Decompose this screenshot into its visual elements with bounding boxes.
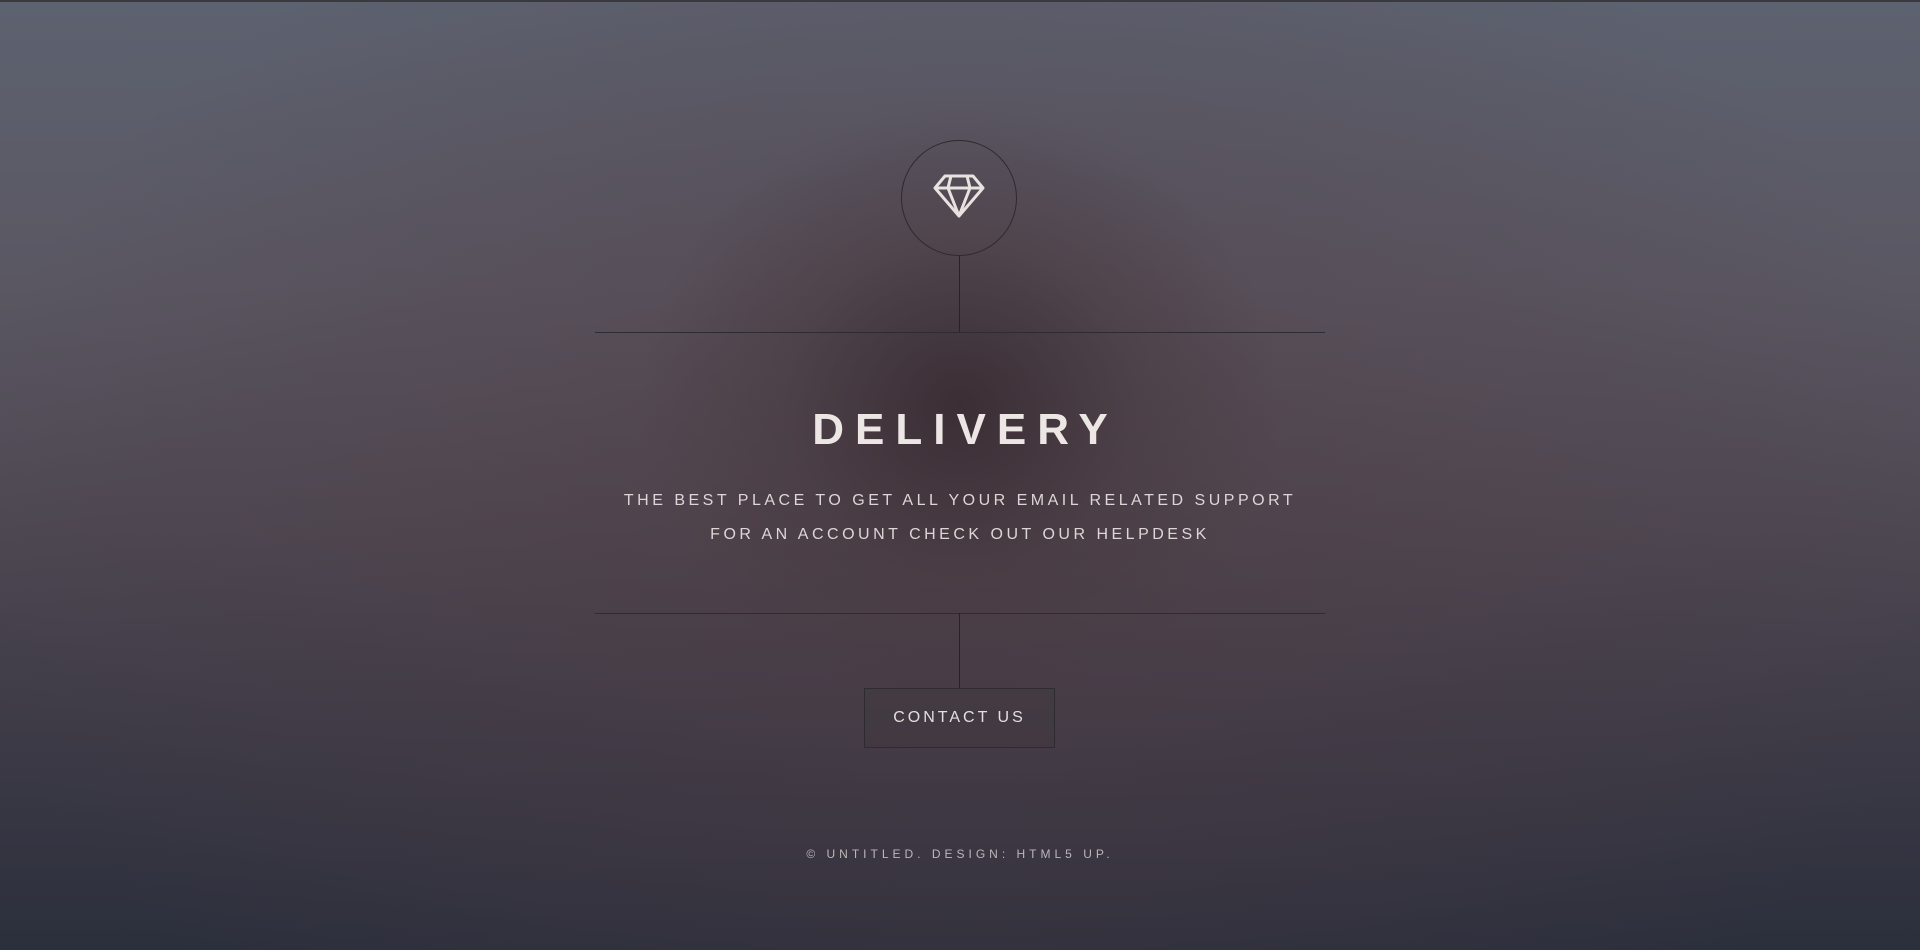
connector-line-top: [959, 256, 960, 332]
page: DELIVERY THE BEST PLACE TO GET ALL YOUR …: [0, 0, 1920, 950]
diamond-icon: [933, 174, 985, 223]
page-title: DELIVERY: [812, 405, 1119, 454]
description-line-1: THE BEST PLACE TO GET ALL YOUR EMAIL REL…: [623, 492, 1297, 509]
contact-us-button[interactable]: CONTACT US: [864, 688, 1055, 748]
divider-top: [595, 332, 1325, 333]
page-description: THE BEST PLACE TO GET ALL YOUR EMAIL REL…: [0, 484, 1920, 552]
divider-bottom: [595, 613, 1325, 614]
logo: [901, 140, 1017, 256]
contact-us-label: CONTACT US: [893, 709, 1026, 726]
footer-copyright: © UNTITLED. DESIGN: HTML5 UP.: [806, 847, 1114, 861]
description-line-2: FOR AN ACCOUNT CHECK OUT OUR HELPDESK: [710, 526, 1210, 543]
connector-line-bottom: [959, 613, 960, 688]
